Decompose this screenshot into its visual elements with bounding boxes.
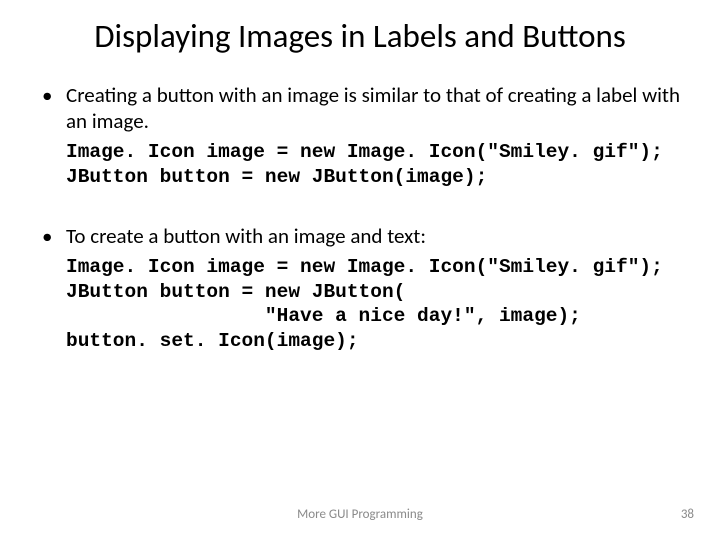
- code-block-2: Image. Icon image = new Image. Icon("Smi…: [30, 255, 690, 353]
- bullet-1: Creating a button with an image is simil…: [42, 82, 690, 135]
- slide-title: Displaying Images in Labels and Buttons: [30, 18, 690, 56]
- page-number: 38: [681, 507, 694, 522]
- bullet-2: To create a button with an image and tex…: [42, 223, 690, 249]
- footer-text: More GUI Programming: [0, 507, 720, 522]
- code-block-1: Image. Icon image = new Image. Icon("Smi…: [30, 140, 690, 189]
